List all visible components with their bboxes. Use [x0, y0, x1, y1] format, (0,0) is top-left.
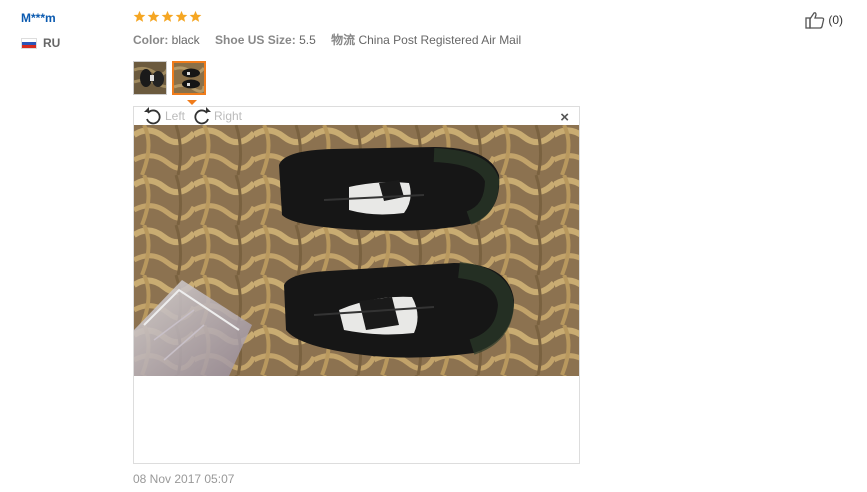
rotate-left-label: Left [165, 109, 186, 123]
photo-thumbnail[interactable] [133, 61, 167, 95]
star-icon [175, 10, 188, 22]
star-icon [189, 10, 202, 22]
review-date: 08 Nov 2017 05:07 [133, 472, 235, 486]
attr-size-value: 5.5 [299, 33, 316, 47]
rotate-right-button[interactable]: Right [192, 107, 242, 125]
star-icon [133, 10, 146, 22]
review-photo [134, 125, 579, 376]
reviewer-name: M***m [21, 11, 56, 25]
rotate-right-label: Right [214, 109, 243, 123]
helpful-button[interactable]: (0) [805, 11, 843, 29]
attr-color-value: black [171, 33, 200, 47]
thumbnail-image [134, 62, 166, 94]
reviewer-country: RU [21, 36, 60, 50]
thumbs-up-icon [805, 12, 825, 29]
rotate-right-icon [194, 107, 211, 125]
rotate-left-button[interactable]: Left [143, 107, 185, 125]
star-rating [133, 10, 202, 23]
flag-ru-icon [21, 37, 37, 49]
star-icon [161, 10, 174, 22]
star-icon [147, 10, 160, 22]
shoes-photo [134, 125, 579, 376]
attr-size-key: Shoe US Size: [215, 33, 296, 47]
attr-logistics-key: 物流 [331, 33, 356, 47]
thumbnail-image [174, 63, 204, 93]
active-thumb-indicator [187, 100, 197, 105]
country-code: RU [43, 36, 61, 50]
photo-thumbnail-active[interactable] [172, 61, 206, 95]
review-attributes: Color: black Shoe US Size: 5.5 物流 China … [133, 31, 533, 48]
helpful-count: (0) [828, 13, 843, 27]
attr-logistics-value: China Post Registered Air Mail [358, 33, 522, 47]
close-icon[interactable]: × [560, 110, 569, 125]
attr-color-key: Color: [133, 33, 169, 47]
rotate-left-icon [144, 107, 161, 125]
photo-thumbnails [133, 61, 206, 95]
photo-viewer: Left Right × [133, 106, 580, 464]
